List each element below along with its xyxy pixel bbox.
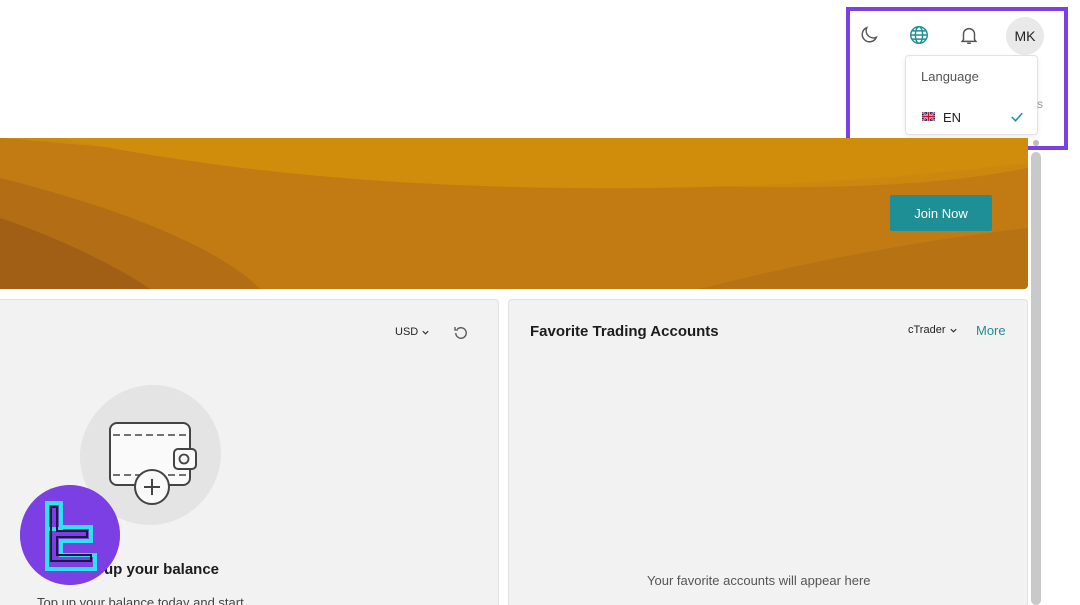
favorites-empty-text: Your favorite accounts will appear here: [647, 573, 871, 588]
brand-logo: [20, 485, 120, 585]
uk-flag-icon: [922, 112, 935, 121]
balance-title: up your balance: [104, 561, 220, 578]
favorite-accounts-title: Favorite Trading Accounts: [530, 323, 719, 340]
platform-value: cTrader: [908, 324, 946, 336]
language-option-en[interactable]: EN: [906, 100, 1037, 134]
refresh-icon[interactable]: [452, 324, 470, 342]
obscured-text: s: [1037, 97, 1043, 111]
currency-value: USD: [395, 326, 419, 338]
check-icon: [1011, 112, 1023, 122]
promo-banner: [0, 138, 1028, 289]
platform-select[interactable]: cTrader: [908, 324, 958, 336]
balance-subtitle: Top up your balance today and start: [37, 595, 244, 605]
more-link[interactable]: More: [976, 323, 1006, 338]
moon-icon[interactable]: [856, 22, 882, 48]
currency-select[interactable]: USD: [395, 326, 430, 338]
scrollbar-thumb[interactable]: [1031, 152, 1041, 605]
bell-icon[interactable]: [956, 22, 982, 48]
chevron-down-icon: [949, 328, 957, 333]
page: MK Language EN s Join Now USD up your ba…: [0, 0, 1080, 605]
join-now-button[interactable]: Join Now: [890, 195, 992, 231]
scrollbar-arrow[interactable]: [1033, 140, 1039, 146]
language-dropdown: Language EN: [905, 55, 1038, 135]
user-avatar[interactable]: MK: [1006, 17, 1044, 55]
language-menu-title: Language: [921, 69, 979, 84]
language-code: EN: [943, 110, 962, 125]
favorite-accounts-card: [508, 299, 1028, 605]
chevron-down-icon: [422, 330, 429, 335]
globe-icon[interactable]: [906, 22, 932, 48]
